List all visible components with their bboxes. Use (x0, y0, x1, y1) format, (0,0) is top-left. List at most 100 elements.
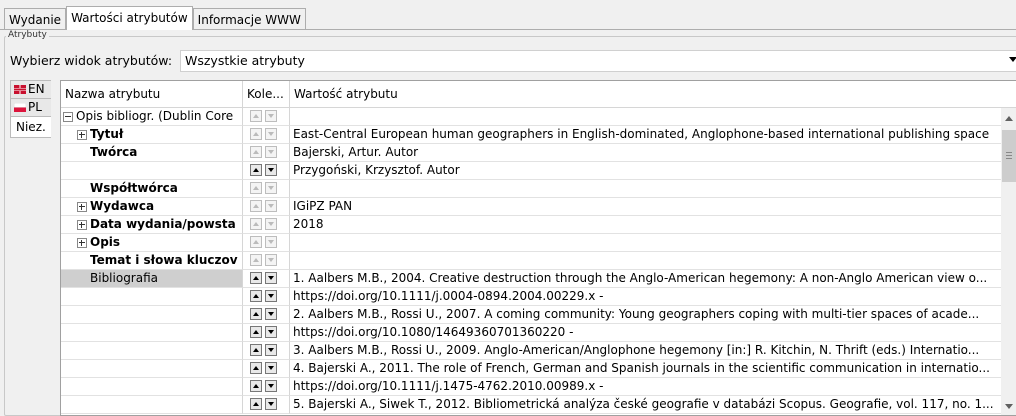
move-down-button[interactable] (265, 146, 277, 158)
move-down-button[interactable] (265, 218, 277, 230)
attribute-name-cell[interactable]: Data wydania/powsta (61, 216, 243, 234)
move-up-button[interactable] (250, 398, 262, 410)
attribute-name-cell[interactable] (61, 378, 243, 396)
table-row[interactable]: https://doi.org/10.1111/j.1475-4762.2010… (61, 378, 1016, 396)
column-header-order[interactable]: Kole... (243, 81, 290, 108)
move-up-button[interactable] (250, 164, 262, 176)
move-down-button[interactable] (265, 308, 277, 320)
attribute-name-cell[interactable] (61, 324, 243, 342)
move-up-button[interactable] (250, 254, 262, 266)
expand-icon[interactable] (77, 220, 87, 230)
move-down-button[interactable] (265, 128, 277, 140)
lang-tab-pl[interactable]: PL (10, 98, 51, 118)
attributes-grid[interactable]: Nazwa atrybutu Kole... Wartość atrybutu … (60, 80, 1016, 416)
attribute-value-cell[interactable]: 5. Bajerski A., Siwek T., 2012. Bibliome… (290, 396, 1001, 414)
move-up-button[interactable] (250, 128, 262, 140)
attribute-value-cell[interactable]: Bajerski, Artur. Autor (290, 144, 1001, 162)
attribute-value-cell[interactable]: https://doi.org/10.1111/j.0004-0894.2004… (290, 288, 1001, 306)
move-up-button[interactable] (250, 326, 262, 338)
attribute-name-cell[interactable]: Współtwórca (61, 180, 243, 198)
move-up-button[interactable] (250, 290, 262, 302)
table-row[interactable]: Temat i słowa kluczov (61, 252, 1016, 270)
move-up-button[interactable] (250, 182, 262, 194)
lang-tab-en[interactable]: EN (10, 80, 51, 100)
attribute-name-cell[interactable] (61, 162, 243, 180)
view-select[interactable]: Wszystkie atrybuty (180, 50, 1016, 72)
attribute-value-cell[interactable] (290, 108, 1001, 126)
lang-tab-niez[interactable]: Niez. (10, 116, 51, 138)
attribute-name-cell[interactable] (61, 396, 243, 414)
attribute-value-cell[interactable]: 2. Aalbers M.B., Rossi U., 2007. A comin… (290, 306, 1001, 324)
attribute-name-cell[interactable] (61, 288, 243, 306)
column-header-name[interactable]: Nazwa atrybutu (61, 81, 243, 108)
table-row[interactable]: Współtwórca (61, 180, 1016, 198)
attribute-value-cell[interactable]: IGiPZ PAN (290, 198, 1001, 216)
move-down-button[interactable] (265, 236, 277, 248)
attribute-value-cell[interactable]: 2018 (290, 216, 1001, 234)
attribute-name-cell[interactable]: Wydawca (61, 198, 243, 216)
move-down-button[interactable] (265, 200, 277, 212)
move-up-button[interactable] (250, 308, 262, 320)
attribute-value-cell[interactable]: 4. Bajerski A., 2011. The role of French… (290, 360, 1001, 378)
attribute-value-cell[interactable] (290, 180, 1001, 198)
attribute-name-cell[interactable]: Tytuł (61, 126, 243, 144)
move-up-button[interactable] (250, 362, 262, 374)
column-header-value[interactable]: Wartość atrybutu (290, 81, 1016, 108)
tab-wartosci-atrybutow[interactable]: Wartości atrybutów (66, 6, 193, 30)
expand-icon[interactable] (77, 130, 87, 140)
move-down-button[interactable] (265, 380, 277, 392)
attribute-value-cell[interactable]: 1. Aalbers M.B., 2004. Creative destruct… (290, 270, 1001, 288)
table-row[interactable]: Tytuł East-Central European human geograp… (61, 126, 1016, 144)
table-row[interactable]: https://doi.org/10.1080/1464936070136022… (61, 324, 1016, 342)
attribute-name-cell[interactable] (61, 360, 243, 378)
move-up-button[interactable] (250, 344, 262, 356)
attribute-value-cell[interactable]: Przygoński, Krzysztof. Autor (290, 162, 1001, 180)
attribute-name-cell[interactable]: Opis bibliogr. (Dublin Core (61, 108, 243, 126)
move-down-button[interactable] (265, 272, 277, 284)
table-row[interactable]: 4. Bajerski A., 2011. The role of French… (61, 360, 1016, 378)
move-down-button[interactable] (265, 110, 277, 122)
attribute-value-cell[interactable]: East-Central European human geographers … (290, 126, 1001, 144)
move-down-button[interactable] (265, 326, 277, 338)
attribute-name-cell[interactable] (61, 342, 243, 360)
attribute-name-cell[interactable]: Twórca (61, 144, 243, 162)
attribute-name-cell[interactable] (61, 306, 243, 324)
move-up-button[interactable] (250, 110, 262, 122)
scroll-down-icon[interactable] (1005, 404, 1013, 409)
table-row[interactable]: Data wydania/powsta 2018 (61, 216, 1016, 234)
move-down-button[interactable] (265, 362, 277, 374)
move-down-button[interactable] (265, 290, 277, 302)
table-row[interactable]: Bibliografia 1. Aalbers M.B., 2004. Creat… (61, 270, 1016, 288)
move-up-button[interactable] (250, 236, 262, 248)
table-row[interactable]: 3. Aalbers M.B., Rossi U., 2009. Anglo-A… (61, 342, 1016, 360)
move-up-button[interactable] (250, 146, 262, 158)
table-row[interactable]: Opis bibliogr. (Dublin Core (61, 108, 1016, 126)
table-row[interactable]: 2. Aalbers M.B., Rossi U., 2007. A comin… (61, 306, 1016, 324)
expand-icon[interactable] (77, 238, 87, 248)
collapse-icon[interactable] (63, 112, 73, 122)
attribute-value-cell[interactable]: https://doi.org/10.1111/j.1475-4762.2010… (290, 378, 1001, 396)
move-down-button[interactable] (265, 254, 277, 266)
table-row[interactable]: Przygoński, Krzysztof. Autor (61, 162, 1016, 180)
move-up-button[interactable] (250, 218, 262, 230)
table-row[interactable]: Wydawca IGiPZ PAN (61, 198, 1016, 216)
attribute-value-cell[interactable] (290, 252, 1001, 270)
scroll-up-icon[interactable] (1005, 116, 1013, 121)
attribute-value-cell[interactable] (290, 234, 1001, 252)
move-up-button[interactable] (250, 272, 262, 284)
move-down-button[interactable] (265, 344, 277, 356)
attribute-value-cell[interactable]: https://doi.org/10.1080/1464936070136022… (290, 324, 1001, 342)
tab-informacje-www[interactable]: Informacje WWW (192, 8, 306, 30)
move-up-button[interactable] (250, 200, 262, 212)
table-row[interactable]: Twórca Bajerski, Artur. Autor (61, 144, 1016, 162)
tab-wydanie[interactable]: Wydanie (4, 8, 67, 30)
move-down-button[interactable] (265, 182, 277, 194)
move-down-button[interactable] (265, 398, 277, 410)
table-row[interactable]: Opis (61, 234, 1016, 252)
table-row[interactable]: https://doi.org/10.1111/j.0004-0894.2004… (61, 288, 1016, 306)
move-up-button[interactable] (250, 380, 262, 392)
attribute-name-cell[interactable]: Temat i słowa kluczov (61, 252, 243, 270)
move-down-button[interactable] (265, 164, 277, 176)
table-row[interactable]: 5. Bajerski A., Siwek T., 2012. Bibliome… (61, 396, 1016, 414)
attribute-name-cell[interactable]: Bibliografia (61, 270, 243, 288)
